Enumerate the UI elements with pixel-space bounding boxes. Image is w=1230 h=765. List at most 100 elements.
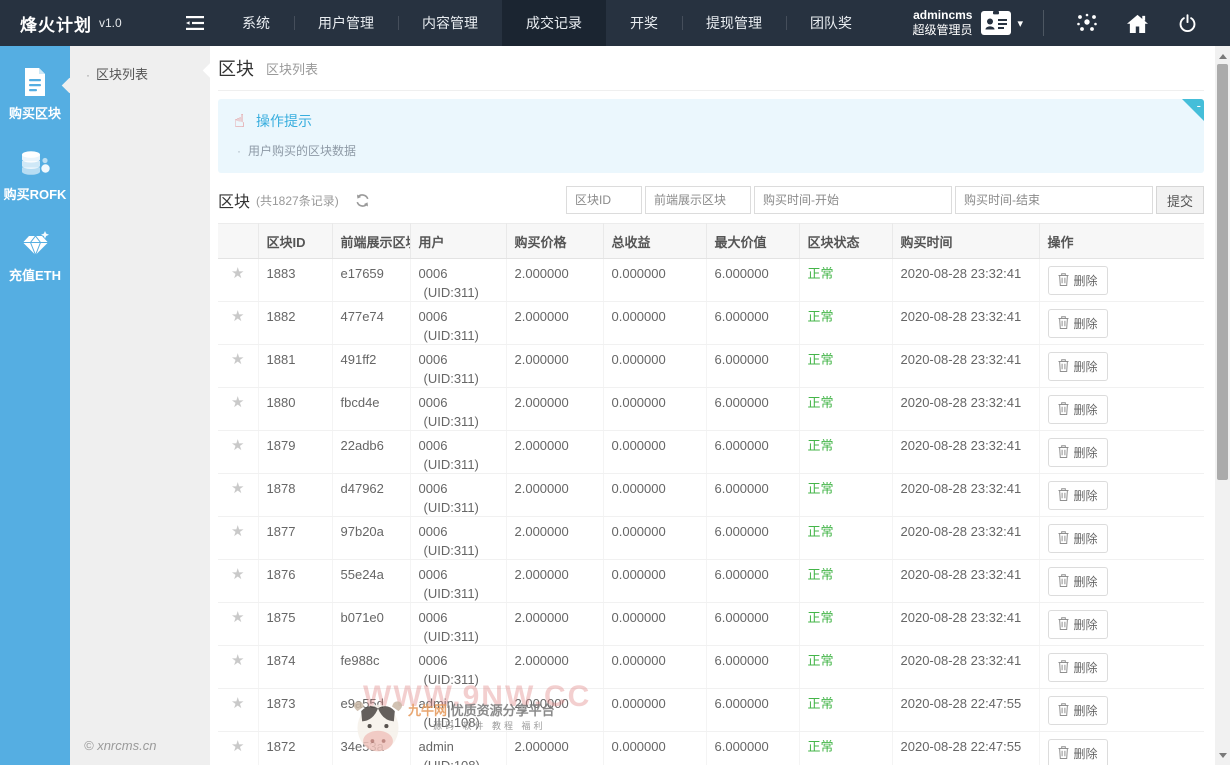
delete-button[interactable]: 删除: [1048, 309, 1108, 338]
cell-price: 2.000000: [506, 345, 603, 388]
bullet: ·: [237, 144, 241, 158]
sidebar-toggle-icon[interactable]: [172, 0, 218, 46]
star-icon[interactable]: ★: [231, 566, 244, 583]
status-badge: 正常: [808, 524, 834, 539]
star-icon[interactable]: ★: [231, 351, 244, 368]
delete-button[interactable]: 删除: [1048, 266, 1108, 295]
breadcrumb: 区块 区块列表: [218, 46, 1204, 91]
submenu-item[interactable]: ·区块列表: [70, 58, 210, 89]
cell-status: 正常: [799, 603, 892, 646]
home-icon[interactable]: [1125, 12, 1149, 34]
scrollbar[interactable]: [1215, 46, 1230, 765]
table-header-row: 区块ID前端展示区块ID用户购买价格总收益最大价值区块状态购买时间操作: [218, 224, 1204, 259]
delete-button[interactable]: 删除: [1048, 739, 1108, 765]
power-icon[interactable]: [1175, 12, 1199, 34]
nav-item[interactable]: 内容管理: [398, 0, 502, 46]
cell-status: 正常: [799, 732, 892, 765]
nav-item[interactable]: 提现管理: [682, 0, 786, 46]
cell-status: 正常: [799, 560, 892, 603]
cell-user: 0006(UID:311): [410, 560, 506, 603]
status-badge: 正常: [808, 739, 834, 754]
nav-item[interactable]: 系统: [218, 0, 294, 46]
nav-item[interactable]: 开奖: [606, 0, 682, 46]
trash-icon: [1058, 445, 1069, 461]
table-row: ★1874fe988c0006(UID:311)2.0000000.000000…: [218, 646, 1204, 689]
trash-icon: [1058, 488, 1069, 504]
star-icon[interactable]: ★: [231, 523, 244, 540]
sidebar-item[interactable]: 购买ROFK: [0, 137, 70, 212]
star-icon[interactable]: ★: [231, 265, 244, 282]
cell-block-id: 1877: [258, 517, 332, 560]
sidebar-item[interactable]: 购买区块: [0, 56, 70, 131]
star-icon[interactable]: ★: [231, 738, 244, 755]
delete-button[interactable]: 删除: [1048, 352, 1108, 381]
cell-max-value: 6.000000: [706, 474, 799, 517]
cell-user: 0006(UID:311): [410, 603, 506, 646]
cell-purchase-time: 2020-08-28 23:32:41: [892, 560, 1039, 603]
scroll-up-arrow[interactable]: [1215, 48, 1230, 64]
star-icon[interactable]: ★: [231, 695, 244, 712]
sidebar-item[interactable]: 充值ETH: [0, 218, 70, 293]
cell-max-value: 6.000000: [706, 302, 799, 345]
delete-button[interactable]: 删除: [1048, 567, 1108, 596]
submit-button[interactable]: 提交: [1156, 186, 1204, 214]
scrollbar-thumb[interactable]: [1217, 64, 1228, 480]
table-row: ★187797b20a0006(UID:311)2.0000000.000000…: [218, 517, 1204, 560]
user-card-icon[interactable]: [981, 11, 1011, 35]
nav-item[interactable]: 团队奖: [786, 0, 876, 46]
cell-max-value: 6.000000: [706, 345, 799, 388]
refresh-icon[interactable]: [355, 193, 370, 208]
delete-button[interactable]: 删除: [1048, 395, 1108, 424]
cell-actions: 删除: [1039, 560, 1204, 603]
cell-status: 正常: [799, 388, 892, 431]
column-header: 总收益: [603, 224, 706, 259]
star-icon[interactable]: ★: [231, 394, 244, 411]
breadcrumb-sub: 区块列表: [266, 59, 318, 78]
delete-button[interactable]: 删除: [1048, 438, 1108, 467]
bullet: ·: [86, 68, 90, 82]
app-version: v1.0: [99, 16, 122, 30]
nav-item[interactable]: 用户管理: [294, 0, 398, 46]
filter-input[interactable]: [566, 186, 642, 214]
sidebar: 购买区块购买ROFK充值ETH: [0, 46, 70, 765]
cell-price: 2.000000: [506, 689, 603, 732]
trash-icon: [1058, 703, 1069, 719]
delete-button[interactable]: 删除: [1048, 524, 1108, 553]
table-toolbar: 区块 (共1827条记录) 提交: [218, 186, 1204, 214]
app-logo: 烽火计划 v1.0: [0, 0, 172, 46]
collapse-corner-button[interactable]: -: [1182, 99, 1204, 121]
chevron-down-icon[interactable]: ▾: [1017, 17, 1023, 30]
star-icon[interactable]: ★: [231, 609, 244, 626]
star-icon[interactable]: ★: [231, 652, 244, 669]
coins-icon: [19, 147, 51, 179]
scroll-down-arrow[interactable]: [1215, 747, 1230, 763]
cell-display-id: d47962: [332, 474, 410, 517]
cell-user: admin(UID:108): [410, 689, 506, 732]
cell-profit: 0.000000: [603, 431, 706, 474]
column-header: 最大价值: [706, 224, 799, 259]
star-icon[interactable]: ★: [231, 308, 244, 325]
filter-input[interactable]: [645, 186, 751, 214]
cell-display-id: 477e74: [332, 302, 410, 345]
cell-user: 0006(UID:311): [410, 388, 506, 431]
nav-item[interactable]: 成交记录: [502, 0, 606, 46]
sidebar-item-label: 购买区块: [9, 103, 61, 122]
delete-button[interactable]: 删除: [1048, 653, 1108, 682]
delete-button[interactable]: 删除: [1048, 696, 1108, 725]
cell-purchase-time: 2020-08-28 23:32:41: [892, 388, 1039, 431]
filter-input[interactable]: [955, 186, 1153, 214]
cell-profit: 0.000000: [603, 732, 706, 765]
user-info[interactable]: admincms 超级管理员: [912, 8, 972, 38]
delete-button[interactable]: 删除: [1048, 610, 1108, 639]
dots-icon[interactable]: [1075, 12, 1099, 34]
delete-button[interactable]: 删除: [1048, 481, 1108, 510]
star-icon[interactable]: ★: [231, 480, 244, 497]
filter-input[interactable]: [754, 186, 952, 214]
cell-status: 正常: [799, 259, 892, 302]
filter-bar: 提交: [566, 186, 1204, 214]
cell-profit: 0.000000: [603, 689, 706, 732]
cell-purchase-time: 2020-08-28 22:47:55: [892, 732, 1039, 765]
star-icon[interactable]: ★: [231, 437, 244, 454]
cell-price: 2.000000: [506, 646, 603, 689]
cell-profit: 0.000000: [603, 560, 706, 603]
